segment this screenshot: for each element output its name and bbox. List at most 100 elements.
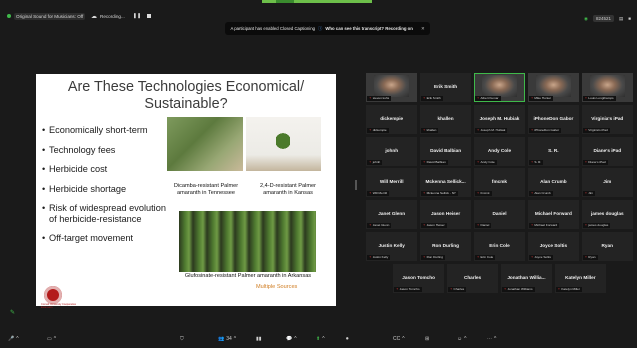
participant-tile[interactable]: Katelyn Miller ♆ Katelyn Miller	[554, 263, 607, 293]
participants-button[interactable]: 👥 34 ^	[218, 336, 236, 342]
participant-label-text: Jason Tomcho	[399, 286, 420, 291]
speaker-view-icon[interactable]: ▤	[619, 16, 623, 22]
participant-tile[interactable]: Jonathan Willia... ♆ Jonathan Williams	[500, 263, 553, 293]
participant-tile[interactable]: Jim ♆ Jim	[581, 168, 633, 198]
participant-tile[interactable]: ♆ steven kuhs	[366, 73, 418, 102]
bullet-item: • Herbicide shortage	[42, 183, 127, 194]
participant-name-label: ♆ Jason Heiser	[420, 223, 447, 229]
participant-label-text: dickempie	[372, 127, 387, 132]
participant-display-name: Daniel	[492, 211, 507, 217]
record-button[interactable]: ⏺	[346, 336, 349, 342]
more-icon[interactable]: ■	[628, 16, 631, 21]
participant-label-text: Michael Forward	[534, 223, 558, 228]
participant-name-label: ♆ Janet Glenn	[367, 223, 392, 229]
participant-display-name: Ron Durling	[432, 243, 459, 248]
stop-icon[interactable]	[147, 14, 152, 18]
share-arrow-icon: ⬆	[316, 336, 321, 342]
participant-tile[interactable]: Diane's iPad ♆ Diane's iPad	[581, 136, 633, 166]
participant-label-text: Joseph M. Hubiak	[480, 127, 506, 132]
participant-tile[interactable]: Will Merrill ♆ Will Merrill	[366, 168, 418, 198]
participant-tile[interactable]: Jason Tomcho ♆ Jason Tomcho	[392, 263, 445, 293]
participant-name-label: ♆ khallen	[420, 127, 439, 133]
participant-display-name: David Balbian	[430, 147, 462, 153]
close-icon[interactable]: ✕	[421, 26, 425, 32]
original-sound-toggle[interactable]: Original Sound for Musicians: Off	[4, 10, 88, 22]
muted-mic-icon: ♆	[584, 255, 588, 259]
participant-label-text: Louis Longthamps	[588, 96, 614, 100]
dicamba-palmer-photo	[167, 117, 243, 171]
participant-label-text: Justin Kelly	[372, 255, 389, 259]
splitter-handle[interactable]	[355, 180, 357, 190]
participant-label-text: Mckenna Sellick - NY	[426, 191, 456, 196]
recording-indicator[interactable]: ☁ Recording... ❚❚	[88, 10, 154, 22]
participant-gallery: ♆ steven kuhs Erik Smith ♆ Erik Smith ♆ Albert…	[366, 73, 633, 337]
start-video-button[interactable]: ▭ ^	[47, 336, 56, 342]
participant-tile[interactable]: Michael Forward ♆ Michael Forward	[527, 200, 580, 230]
share-screen-button[interactable]: ⬆ ^	[316, 336, 325, 342]
muted-mic-icon: ♆	[584, 191, 588, 196]
banner-question[interactable]: Who can see this transcript? Recording o…	[325, 26, 413, 31]
participant-tile[interactable]: james douglas ♆ james douglas	[581, 200, 633, 230]
banner-text: A participant has enabled Closed Caption…	[230, 26, 316, 31]
mute-button[interactable]: 🎤 ^	[8, 336, 19, 342]
participant-tile[interactable]: dickempie ♆ dickempie	[366, 104, 418, 134]
participant-video	[535, 75, 571, 97]
breakout-rooms-button[interactable]: ⊞	[425, 336, 429, 342]
participant-count: 34	[226, 336, 232, 342]
participant-name-label: ♆ Virginia's iPad	[582, 127, 610, 133]
participant-tile[interactable]: Alan Crumb ♆ Alan Crumb	[527, 168, 580, 198]
participant-tile[interactable]: David Balbian ♆ David Balbian	[419, 136, 472, 166]
participant-display-name: Diane's iPad	[593, 147, 622, 153]
annotate-pencil-icon[interactable]: ✎	[10, 309, 15, 316]
participant-tile[interactable]: ♆ Louis Longthamps	[581, 73, 633, 102]
participant-display-name: Janet Glenn	[378, 211, 406, 217]
participant-tile[interactable]: Charles ♆ Charles	[446, 263, 499, 293]
participant-tile[interactable]: Janet Glenn ♆ Janet Glenn	[366, 200, 418, 230]
participant-tile[interactable]: iPhoneDon Gabor ♆ iPhoneDon Gabor	[527, 104, 580, 134]
pause-icon[interactable]: ❚❚	[133, 13, 141, 19]
muted-mic-icon: ♆	[476, 191, 480, 196]
participant-tile[interactable]: Jason Heiser ♆ Jason Heiser	[419, 200, 472, 230]
participant-tile[interactable]: khallen ♆ khallen	[419, 104, 472, 134]
participant-tile[interactable]: Virginia's iPad ♆ Virginia's iPad	[581, 104, 633, 134]
participant-tile[interactable]: Joseph M. Hubiak ♆ Joseph M. Hubiak	[473, 104, 526, 134]
participant-name-label: ♆ Katelyn Miller	[555, 286, 582, 292]
participant-tile[interactable]: Erin Cole ♆ Erin Cole	[473, 232, 526, 261]
muted-mic-icon: ♆	[476, 223, 480, 228]
participant-tile[interactable]: ♆ Albert Kumar	[473, 73, 526, 102]
plant-image	[276, 129, 290, 159]
participant-tile[interactable]: Erik Smith ♆ Erik Smith	[419, 73, 472, 102]
more-icon: ⋯	[487, 336, 492, 342]
info-icon: ⓘ	[318, 25, 323, 31]
participant-tile[interactable]: Joyce Soltis ♆ Joyce Soltis	[527, 232, 580, 261]
participant-tile[interactable]: S. R. ♆ S. R.	[527, 136, 580, 166]
chat-button[interactable]: 💬 ^	[286, 336, 297, 342]
participant-display-name: Jason Tomcho	[402, 274, 435, 280]
participant-display-name: johnh	[385, 147, 399, 153]
shield-icon	[7, 14, 11, 18]
security-button[interactable]: ⛉	[180, 336, 184, 342]
sources-text: Multiple Sources	[256, 284, 298, 290]
participant-tile[interactable]: Mckenna Sellick... ♆ Mckenna Sellick - NY	[419, 168, 472, 198]
screen-share-indicator-tab[interactable]	[276, 0, 294, 3]
participant-name-label: ♆ Daniel	[474, 223, 492, 229]
cornell-logo	[44, 286, 62, 304]
participant-tile[interactable]: fmcmk ♆ fmcmk	[473, 168, 526, 198]
closed-caption-button[interactable]: CC ^	[393, 336, 405, 342]
participant-tile[interactable]: Ron Durling ♆ Ron Durling	[419, 232, 472, 261]
participant-label-text: Charles	[453, 286, 465, 291]
participant-tile[interactable]: Andy Cole ♆ Andy Cole	[473, 136, 526, 166]
meeting-id[interactable]: 824521	[592, 15, 615, 22]
participant-display-name: Will Merrill	[379, 179, 404, 185]
participant-tile[interactable]: johnh ♆ johnh	[366, 136, 418, 166]
participant-label-text: Jason Heiser	[426, 223, 445, 228]
polls-button[interactable]: ▮▮	[256, 336, 262, 342]
participant-tile[interactable]: Justin Kelly ♆ Justin Kelly	[366, 232, 418, 261]
participant-tile[interactable]: ♆ Mike Hunter	[527, 73, 580, 102]
participant-tile[interactable]: Daniel ♆ Daniel	[473, 200, 526, 230]
more-options-button[interactable]: ⋯ ^	[487, 336, 496, 342]
reactions-button[interactable]: ☺ ^	[457, 336, 466, 342]
muted-mic-icon: ♆	[557, 286, 561, 291]
participant-tile[interactable]: Ryan ♆ Ryan	[581, 232, 633, 261]
muted-mic-icon: ♆	[422, 127, 426, 132]
